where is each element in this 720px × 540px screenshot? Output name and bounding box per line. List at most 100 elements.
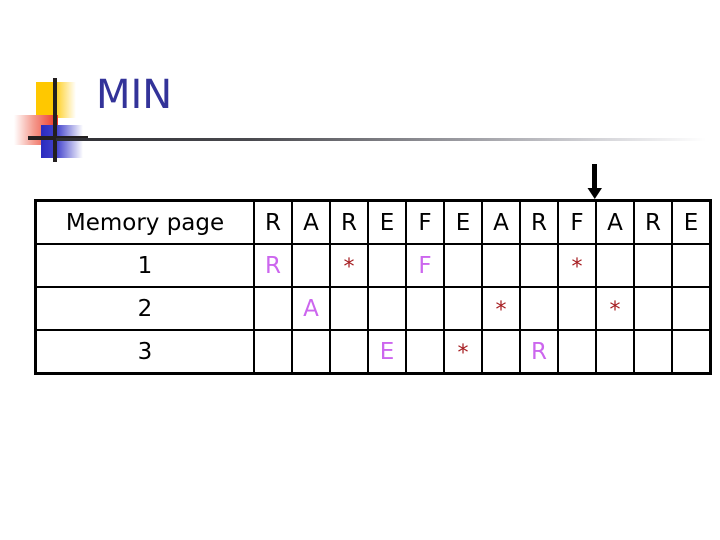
loaded-page-r1-c1: R <box>253 243 293 288</box>
empty-cell-r3-c11 <box>633 329 673 375</box>
empty-marker <box>463 315 464 316</box>
loaded-page-r2-c2: A <box>291 286 331 331</box>
reference-string-cell-12: E <box>671 199 712 245</box>
empty-marker <box>539 315 540 316</box>
decorative-logo <box>14 78 94 162</box>
empty-cell-r1-c7 <box>481 243 521 288</box>
reference-string-cell-3: R <box>329 199 369 245</box>
page-letter: F <box>418 252 432 279</box>
empty-marker <box>349 358 350 359</box>
empty-marker <box>273 358 274 359</box>
empty-cell-r1-c12 <box>671 243 712 288</box>
empty-marker <box>653 358 654 359</box>
empty-cell-r2-c1 <box>253 286 293 331</box>
hit-marker-r2-c7: * <box>481 286 521 331</box>
trace-table-body: Memory page R A R E F E A R F A R E 1 R * F * 2 A * * 3 E * R <box>34 199 712 375</box>
slide-title-block: MIN <box>0 0 720 162</box>
empty-marker <box>577 315 578 316</box>
down-arrow-icon <box>586 164 604 200</box>
empty-marker <box>615 272 616 273</box>
empty-cell-r1-c8 <box>519 243 559 288</box>
empty-marker <box>691 315 692 316</box>
empty-marker <box>425 358 426 359</box>
empty-cell-r2-c4 <box>367 286 407 331</box>
empty-marker <box>311 358 312 359</box>
table-row: 1 R * F * <box>34 243 712 288</box>
loaded-page-r1-c5: F <box>405 243 445 288</box>
asterisk-icon: * <box>343 254 355 280</box>
asterisk-icon: * <box>571 254 583 280</box>
reference-string-cell-11: R <box>633 199 673 245</box>
table-header-row: Memory page R A R E F E A R F A R E <box>34 199 712 245</box>
reference-string-cell-2: A <box>291 199 331 245</box>
page-title: MIN <box>96 72 173 118</box>
reference-string-cell-10: A <box>595 199 635 245</box>
empty-cell-r1-c11 <box>633 243 673 288</box>
empty-cell-r2-c9 <box>557 286 597 331</box>
empty-cell-r2-c5 <box>405 286 445 331</box>
empty-marker <box>425 315 426 316</box>
logo-blue-square <box>41 125 83 158</box>
reference-string-cell-5: F <box>405 199 445 245</box>
empty-cell-r1-c10 <box>595 243 635 288</box>
empty-cell-r2-c11 <box>633 286 673 331</box>
asterisk-icon: * <box>609 297 621 323</box>
empty-marker <box>691 272 692 273</box>
reference-string-cell-8: R <box>519 199 559 245</box>
empty-marker <box>501 272 502 273</box>
loaded-page-r3-c4: E <box>367 329 407 375</box>
empty-marker <box>501 358 502 359</box>
loaded-page-r3-c8: R <box>519 329 559 375</box>
empty-cell-r3-c3 <box>329 329 369 375</box>
empty-marker <box>615 358 616 359</box>
empty-cell-r3-c7 <box>481 329 521 375</box>
logo-vertical-line <box>53 78 57 162</box>
empty-marker <box>311 272 312 273</box>
reference-string-cell-1: R <box>253 199 293 245</box>
empty-cell-r2-c3 <box>329 286 369 331</box>
empty-cell-r2-c12 <box>671 286 712 331</box>
empty-marker <box>387 272 388 273</box>
empty-cell-r2-c6 <box>443 286 483 331</box>
table-row: 3 E * R <box>34 329 712 375</box>
frame-label-3: 3 <box>34 329 255 375</box>
reference-string-cell-9: F <box>557 199 597 245</box>
title-divider-rule <box>56 138 706 141</box>
table-row: 2 A * * <box>34 286 712 331</box>
reference-string-cell-7: A <box>481 199 521 245</box>
reference-string-cell-4: E <box>367 199 407 245</box>
memory-page-header-label: Memory page <box>34 199 255 245</box>
empty-cell-r3-c1 <box>253 329 293 375</box>
hit-marker-r1-c9: * <box>557 243 597 288</box>
empty-cell-r2-c8 <box>519 286 559 331</box>
empty-marker <box>387 315 388 316</box>
empty-cell-r1-c6 <box>443 243 483 288</box>
empty-marker <box>463 272 464 273</box>
empty-marker <box>273 315 274 316</box>
empty-cell-r3-c9 <box>557 329 597 375</box>
hit-marker-r3-c6: * <box>443 329 483 375</box>
page-letter: R <box>531 338 547 365</box>
empty-marker <box>577 358 578 359</box>
empty-cell-r3-c10 <box>595 329 635 375</box>
empty-marker <box>691 358 692 359</box>
reference-string-cell-6: E <box>443 199 483 245</box>
empty-cell-r3-c12 <box>671 329 712 375</box>
empty-marker <box>653 315 654 316</box>
asterisk-icon: * <box>457 340 469 366</box>
frame-label-2: 2 <box>34 286 255 331</box>
hit-marker-r2-c10: * <box>595 286 635 331</box>
frame-label-1: 1 <box>34 243 255 288</box>
page-letter: A <box>303 295 319 322</box>
asterisk-icon: * <box>495 297 507 323</box>
page-letter: R <box>265 252 281 279</box>
hit-marker-r1-c3: * <box>329 243 369 288</box>
empty-cell-r1-c4 <box>367 243 407 288</box>
empty-cell-r3-c5 <box>405 329 445 375</box>
empty-marker <box>349 315 350 316</box>
page-letter: E <box>379 338 395 365</box>
empty-cell-r3-c2 <box>291 329 331 375</box>
empty-cell-r1-c2 <box>291 243 331 288</box>
page-replacement-trace-table: Memory page R A R E F E A R F A R E 1 R * F * 2 A * * 3 E * R <box>34 199 712 375</box>
empty-marker <box>653 272 654 273</box>
